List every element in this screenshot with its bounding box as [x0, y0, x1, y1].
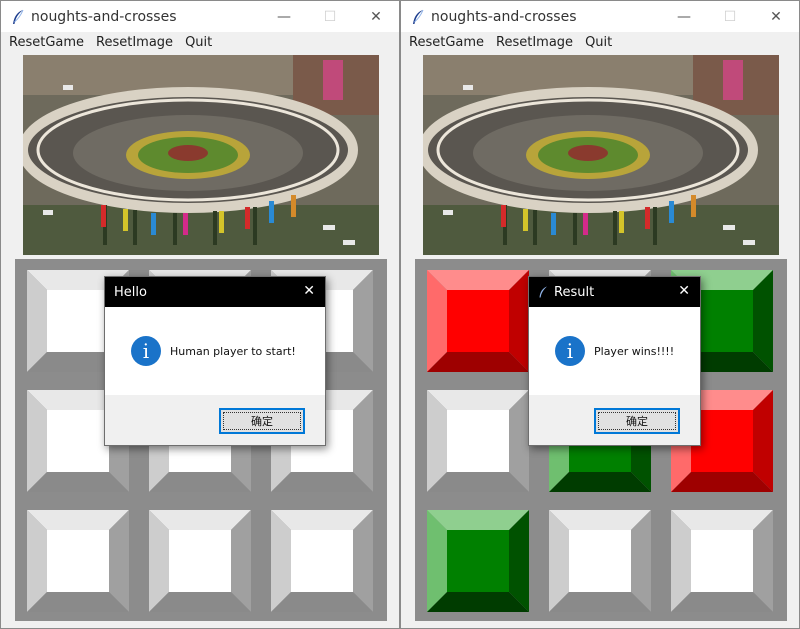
- ok-button[interactable]: 确定: [594, 408, 680, 434]
- dialog-title: Hello: [114, 284, 147, 300]
- window-title: noughts-and-crosses: [431, 8, 577, 25]
- title-bar[interactable]: noughts-and-crosses — ☐ ✕: [401, 1, 799, 32]
- result-dialog: Result ✕ i Player wins!!!! 确定: [528, 276, 701, 446]
- board-cell-3-3[interactable]: [671, 510, 773, 612]
- board-cell-3-3[interactable]: [271, 510, 373, 612]
- board-cell-3-1[interactable]: [427, 510, 529, 612]
- feather-icon: [13, 9, 24, 24]
- feather-icon: [413, 9, 424, 24]
- menu-quit[interactable]: Quit: [579, 35, 618, 50]
- close-button[interactable]: ✕: [353, 1, 399, 32]
- close-button[interactable]: ✕: [753, 1, 799, 32]
- feather-icon: [539, 286, 547, 298]
- dialog-footer: 确定: [529, 395, 700, 445]
- board-cell-1-1[interactable]: [427, 270, 529, 372]
- maximize-button[interactable]: ☐: [707, 1, 753, 32]
- minimize-button[interactable]: —: [261, 1, 307, 32]
- dialog-title-bar[interactable]: Result ✕: [529, 277, 700, 307]
- board-cell-3-2[interactable]: [549, 510, 651, 612]
- info-icon: i: [131, 336, 161, 366]
- hello-dialog: Hello ✕ i Human player to start! 确定: [104, 276, 326, 446]
- minimize-button[interactable]: —: [661, 1, 707, 32]
- info-icon: i: [555, 336, 585, 366]
- menu-reset-game[interactable]: ResetGame: [3, 35, 90, 50]
- dialog-body: i Player wins!!!!: [529, 307, 700, 395]
- board-cell-3-2[interactable]: [149, 510, 251, 612]
- window-title: noughts-and-crosses: [31, 8, 177, 25]
- dialog-message: Player wins!!!!: [594, 344, 675, 358]
- dialog-title-bar[interactable]: Hello ✕: [105, 277, 325, 307]
- menu-quit[interactable]: Quit: [179, 35, 218, 50]
- menu-reset-image[interactable]: ResetImage: [90, 35, 179, 50]
- dialog-close-icon[interactable]: ✕: [678, 283, 690, 299]
- menu-bar: ResetGame ResetImage Quit: [401, 32, 799, 53]
- ok-button[interactable]: 确定: [219, 408, 305, 434]
- dialog-close-icon[interactable]: ✕: [303, 283, 315, 299]
- roundabout-photo: [423, 55, 779, 255]
- board-cell-2-1[interactable]: [427, 390, 529, 492]
- roundabout-photo: [23, 55, 379, 255]
- dialog-footer: 确定: [105, 395, 325, 445]
- menu-reset-image[interactable]: ResetImage: [490, 35, 579, 50]
- maximize-button[interactable]: ☐: [307, 1, 353, 32]
- menu-bar: ResetGame ResetImage Quit: [1, 32, 399, 53]
- menu-reset-game[interactable]: ResetGame: [403, 35, 490, 50]
- dialog-message: Human player to start!: [170, 344, 296, 358]
- board-cell-3-1[interactable]: [27, 510, 129, 612]
- title-bar[interactable]: noughts-and-crosses — ☐ ✕: [1, 1, 399, 32]
- dialog-title: Result: [554, 284, 595, 300]
- dialog-body: i Human player to start!: [105, 307, 325, 395]
